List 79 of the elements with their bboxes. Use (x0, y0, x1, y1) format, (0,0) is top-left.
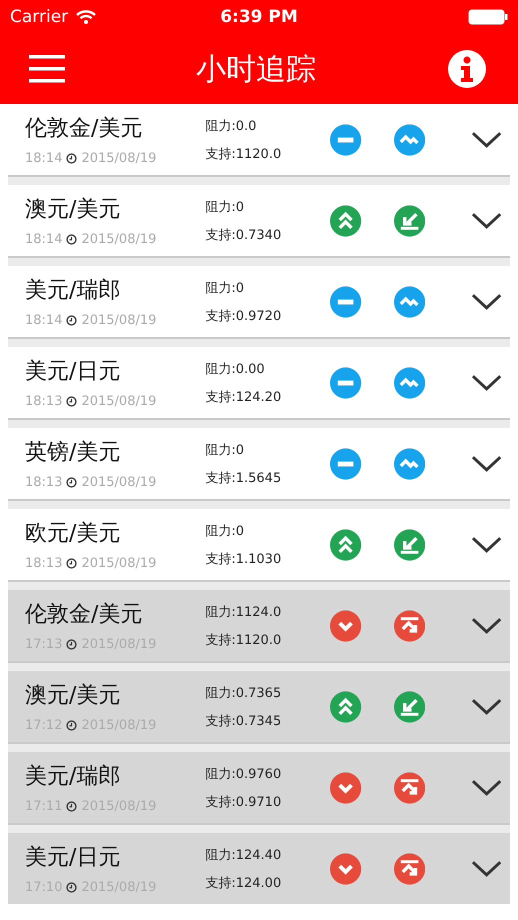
page-title: 小时追踪 (196, 50, 316, 88)
update-date: 2015/08/19 (81, 475, 156, 490)
carrier-name: Carrier (10, 7, 68, 27)
update-date: 2015/08/19 (81, 394, 156, 409)
support-level: 支持:124.20 (205, 388, 282, 406)
resistance-level: 阻力:0.0 (205, 118, 258, 134)
expand-chevron-icon[interactable] (470, 212, 502, 230)
clock-icon (66, 558, 78, 569)
resistance-level: 阻力:0 (205, 522, 246, 540)
currency-pair: 美元/日元 (25, 844, 122, 872)
resistance-level: 阻力:1124.0 (205, 604, 282, 620)
clock-icon (66, 396, 78, 407)
currency-pair: 澳元/美元 (25, 682, 122, 710)
update-time: 18:13 (25, 475, 62, 490)
expand-chevron-icon[interactable] (470, 860, 502, 878)
resistance-level: 阻力:0.00 (205, 360, 266, 378)
update-date: 2015/08/19 (81, 313, 156, 328)
menu-icon[interactable] (29, 54, 65, 84)
support-level: 支持:0.9720 (205, 308, 282, 324)
clock-icon (66, 882, 78, 893)
update-time: 18:14 (25, 151, 62, 166)
zigzag-icon (394, 366, 425, 398)
support-level: 支持:0.7340 (205, 226, 282, 244)
currency-pair: 伦敦金/美元 (25, 601, 144, 629)
currency-pair: 澳元/美元 (25, 196, 122, 224)
clock-icon (66, 639, 78, 650)
clock-icon (66, 153, 78, 164)
update-time: 18:14 (25, 313, 62, 328)
resistance-level: 阻力:0 (205, 280, 246, 296)
resistance-level: 阻力:0 (205, 442, 246, 458)
expand-chevron-icon[interactable] (470, 292, 502, 310)
zigzag-icon (394, 124, 425, 156)
clock-icon (66, 720, 78, 731)
expand-chevron-icon[interactable] (470, 698, 502, 716)
update-time: 18:13 (25, 394, 62, 409)
support-level: 支持:0.9710 (205, 794, 282, 810)
arrow-up-bar-icon (394, 772, 425, 804)
update-time: 18:13 (25, 556, 62, 571)
currency-pair: 美元/瑞郎 (25, 277, 122, 305)
support-level: 支持:1120.0 (205, 146, 282, 162)
update-date: 2015/08/19 (81, 232, 156, 247)
resistance-level: 阻力:124.40 (205, 846, 282, 864)
update-date: 2015/08/19 (81, 151, 156, 166)
resistance-level: 阻力:0.7365 (205, 684, 282, 702)
clock-icon (66, 801, 78, 812)
expand-chevron-icon[interactable] (470, 778, 502, 796)
resistance-level: 阻力:0.9760 (205, 766, 282, 782)
expand-chevron-icon[interactable] (470, 536, 502, 554)
zigzag-icon (394, 286, 425, 318)
arrow-down-bar-icon (394, 690, 425, 722)
resistance-level: 阻力:0 (205, 198, 246, 216)
currency-pair: 欧元/美元 (25, 520, 122, 548)
wifi-icon (76, 10, 96, 24)
expand-chevron-icon[interactable] (470, 130, 502, 148)
info-icon[interactable] (447, 49, 487, 89)
support-level: 支持:124.00 (205, 874, 282, 892)
arrow-up-bar-icon (394, 852, 425, 884)
arrow-down-bar-icon (394, 528, 425, 560)
status-time: 6:39 PM (220, 7, 298, 27)
battery-icon (468, 9, 508, 25)
currency-pair: 英镑/美元 (25, 439, 122, 467)
update-time: 18:14 (25, 232, 62, 247)
expand-chevron-icon[interactable] (470, 616, 502, 634)
support-level: 支持:1.5645 (205, 470, 282, 486)
expand-chevron-icon[interactable] (470, 454, 502, 472)
clock-icon (66, 234, 78, 245)
clock-icon (66, 477, 78, 488)
arrow-up-bar-icon (394, 610, 425, 642)
currency-pair: 伦敦金/美元 (25, 115, 144, 143)
support-level: 支持:0.7345 (205, 712, 282, 730)
clock-icon (66, 315, 78, 326)
zigzag-icon (394, 448, 425, 480)
support-level: 支持:1.1030 (205, 550, 282, 568)
currency-pair: 美元/瑞郎 (25, 763, 122, 791)
support-level: 支持:1120.0 (205, 632, 282, 648)
currency-pair: 美元/日元 (25, 358, 122, 386)
expand-chevron-icon[interactable] (470, 374, 502, 392)
update-date: 2015/08/19 (81, 556, 156, 571)
arrow-down-bar-icon (394, 204, 425, 236)
